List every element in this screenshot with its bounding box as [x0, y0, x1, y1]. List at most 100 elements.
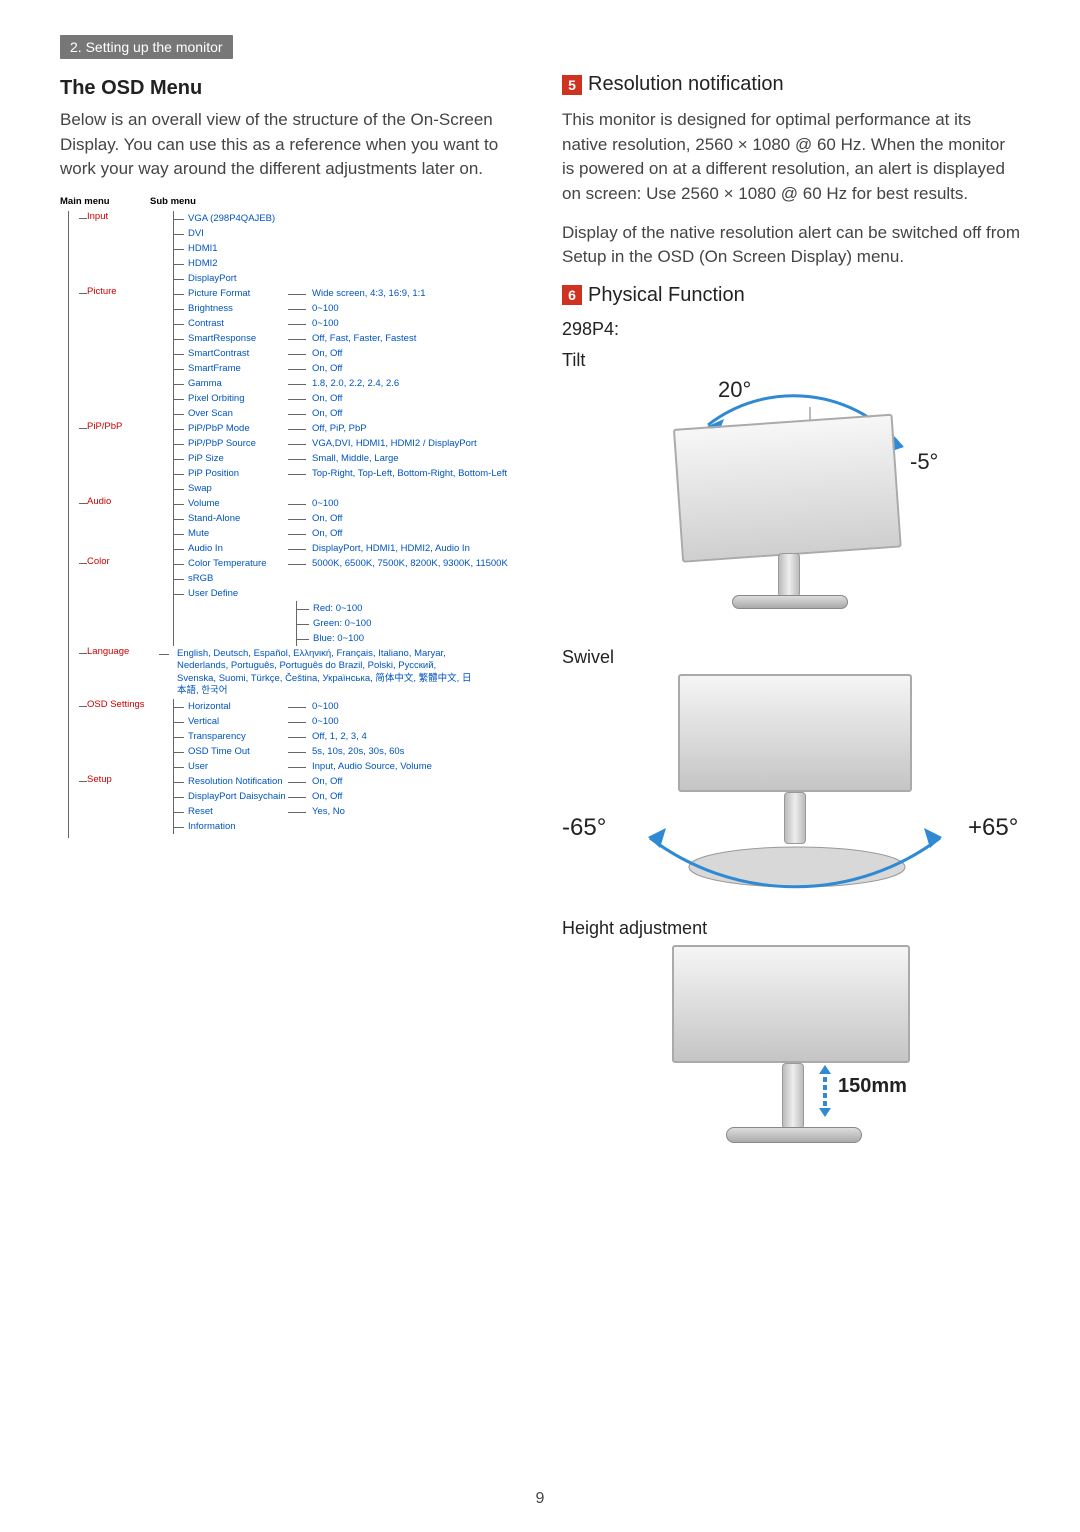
sub-menu-values: 0~100 — [312, 498, 339, 509]
height-label: Height adjustment — [562, 918, 1020, 939]
sub-menu-values: Off, PiP, PbP — [312, 423, 367, 434]
sub-menu-values: On, Off — [312, 393, 342, 404]
swivel-right-angle: +65° — [968, 814, 1018, 842]
sub-menu-item: Color Temperature — [188, 558, 286, 569]
monitor-silhouette — [678, 674, 912, 792]
sub-menu-item: OSD Time Out — [188, 746, 286, 757]
sub-menu-item: Contrast — [188, 318, 286, 329]
swivel-arc-svg — [610, 824, 980, 894]
main-menu-item: Input — [87, 211, 159, 222]
sub-menu-item: User — [188, 761, 286, 772]
sub-menu-item: PiP Position — [188, 468, 286, 479]
swivel-label: Swivel — [562, 647, 1020, 668]
model-label: 298P4: — [562, 319, 1020, 340]
sub-menu-values: Red: 0~100 — [313, 603, 362, 614]
tilt-forward-angle: -5° — [910, 449, 938, 475]
sub-menu-values: 0~100 — [312, 303, 339, 314]
sub-menu-item: DVI — [188, 228, 286, 239]
monitor-silhouette — [672, 945, 910, 1063]
sub-menu-item: SmartContrast — [188, 348, 286, 359]
stand-neck — [782, 1063, 804, 1129]
sub-menu-item: Gamma — [188, 378, 286, 389]
sub-menu-values: VGA,DVI, HDMI1, HDMI2 / DisplayPort — [312, 438, 477, 449]
sub-menu-item: Stand-Alone — [188, 513, 286, 524]
sub-menu-values: 5s, 10s, 20s, 30s, 60s — [312, 746, 404, 757]
sub-menu-values: 0~100 — [312, 701, 339, 712]
sub-menu-item: Reset — [188, 806, 286, 817]
col-header-sub: Sub menu — [150, 196, 196, 207]
sub-menu-item: SmartResponse — [188, 333, 286, 344]
sub-menu-item: HDMI2 — [188, 258, 286, 269]
tilt-back-angle: 20° — [718, 377, 751, 403]
tilt-label: Tilt — [562, 350, 1020, 371]
stand-base — [726, 1127, 862, 1143]
sub-menu-item: Audio In — [188, 543, 286, 554]
sub-menu-item: Transparency — [188, 731, 286, 742]
main-menu-item: Setup — [87, 774, 159, 785]
sub-menu-values: On, Off — [312, 791, 342, 802]
sub-menu-values: Green: 0~100 — [313, 618, 371, 629]
sub-menu-item: sRGB — [188, 573, 286, 584]
swivel-left-angle: -65° — [562, 814, 606, 842]
section-tab: 2. Setting up the monitor — [60, 35, 233, 59]
sub-menu-values: Yes, No — [312, 806, 345, 817]
sub-menu-item: Information — [188, 821, 286, 832]
sub-menu-values: On, Off — [312, 408, 342, 419]
sub-menu-item: PiP/PbP Mode — [188, 423, 286, 434]
step6-title: Physical Function — [588, 284, 745, 307]
sub-menu-values: DisplayPort, HDMI1, HDMI2, Audio In — [312, 543, 470, 554]
sub-menu-values: Off, 1, 2, 3, 4 — [312, 731, 367, 742]
sub-menu-values: English, Deutsch, Español, Ελληνική, Fra… — [177, 648, 477, 697]
osd-menu-title: The OSD Menu — [60, 77, 518, 100]
height-diagram: 150mm — [562, 945, 1020, 1175]
sub-menu-item: Picture Format — [188, 288, 286, 299]
col-header-main: Main menu — [60, 196, 150, 207]
step5-header: 5 Resolution notification — [562, 73, 1020, 96]
sub-menu-values: On, Off — [312, 348, 342, 359]
sub-menu-item: Over Scan — [188, 408, 286, 419]
sub-menu-values: Top-Right, Top-Left, Bottom-Right, Botto… — [312, 468, 507, 479]
sub-menu-item: PiP/PbP Source — [188, 438, 286, 449]
sub-menu-item: Resolution Notification — [188, 776, 286, 787]
sub-menu-item: SmartFrame — [188, 363, 286, 374]
sub-menu-values: On, Off — [312, 776, 342, 787]
sub-menu-values: Input, Audio Source, Volume — [312, 761, 432, 772]
monitor-silhouette — [673, 413, 902, 562]
sub-menu-values: 5000K, 6500K, 7500K, 8200K, 9300K, 11500… — [312, 558, 508, 569]
sub-menu-values: 0~100 — [312, 318, 339, 329]
step6-header: 6 Physical Function — [562, 284, 1020, 307]
sub-menu-values: On, Off — [312, 528, 342, 539]
sub-menu-item: Vertical — [188, 716, 286, 727]
tilt-diagram: 20° -5° — [562, 377, 1020, 637]
step5-title: Resolution notification — [588, 73, 784, 96]
main-menu-item: PiP/PbP — [87, 421, 159, 432]
main-menu-item: Language — [87, 646, 159, 657]
height-value: 150mm — [838, 1075, 907, 1098]
sub-menu-item: Volume — [188, 498, 286, 509]
swivel-diagram: -65° +65° — [562, 674, 1020, 904]
sub-menu-item: Swap — [188, 483, 286, 494]
sub-menu-values: 1.8, 2.0, 2.2, 2.4, 2.6 — [312, 378, 399, 389]
sub-menu-item: HDMI1 — [188, 243, 286, 254]
main-menu-item: Picture — [87, 286, 159, 297]
sub-menu-values: Small, Middle, Large — [312, 453, 399, 464]
sub-menu-values: On, Off — [312, 363, 342, 374]
res-paragraph-2: Display of the native resolution alert c… — [562, 221, 1020, 270]
sub-menu-item: Brightness — [188, 303, 286, 314]
sub-menu-item: VGA (298P4QAJEB) — [188, 213, 286, 224]
sub-menu-item: Mute — [188, 528, 286, 539]
sub-menu-item: Pixel Orbiting — [188, 393, 286, 404]
stand-base — [732, 595, 848, 609]
step5-number: 5 — [562, 75, 582, 95]
res-paragraph-1: This monitor is designed for optimal per… — [562, 108, 1020, 207]
sub-menu-item: DisplayPort — [188, 273, 286, 284]
sub-menu-item: DisplayPort Daisychain — [188, 791, 286, 802]
height-arrow-icon — [816, 1065, 834, 1117]
stand-neck — [778, 553, 800, 597]
sub-menu-values: Wide screen, 4:3, 16:9, 1:1 — [312, 288, 426, 299]
main-menu-item: OSD Settings — [87, 699, 159, 710]
sub-menu-item: Horizontal — [188, 701, 286, 712]
osd-tree: Main menu Sub menu Input VGA (298P4QAJEB)… — [60, 196, 518, 838]
osd-intro: Below is an overall view of the structur… — [60, 108, 518, 182]
sub-menu-values: Off, Fast, Faster, Fastest — [312, 333, 416, 344]
